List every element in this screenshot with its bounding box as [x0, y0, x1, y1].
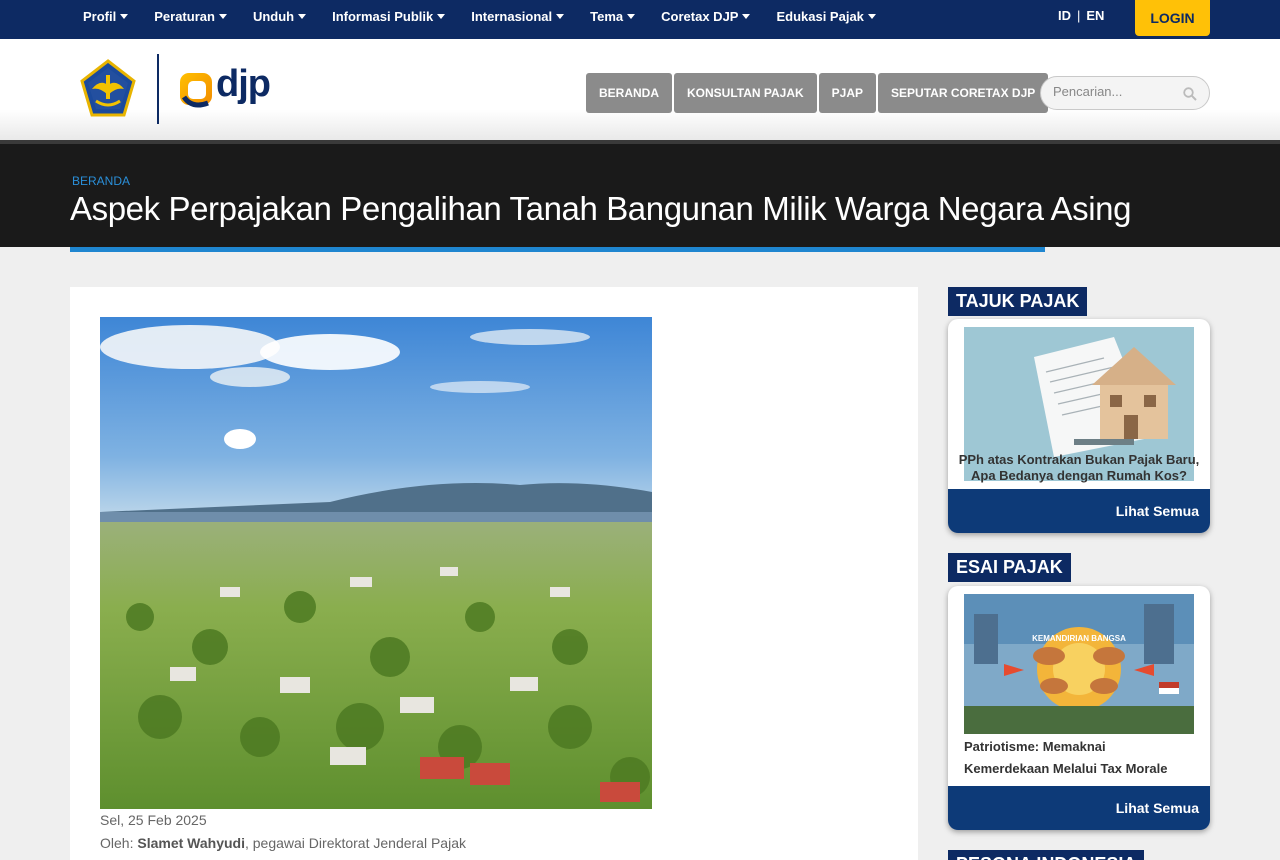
topnav-item-informasi-publik[interactable]: Informasi Publik — [332, 9, 446, 24]
caret-down-icon — [120, 14, 129, 19]
nav-button-seputar-coretax[interactable]: SEPUTAR CORETAX DJP — [878, 73, 1049, 113]
djp-logo[interactable]: djp — [178, 63, 274, 109]
lang-id-link[interactable]: ID — [1058, 8, 1071, 23]
topnav-item-unduh[interactable]: Unduh — [252, 9, 307, 24]
topnav-label: Unduh — [252, 9, 295, 24]
tajuk-pajak-caption[interactable]: PPh atas Kontrakan Bukan Pajak Baru, Apa… — [952, 452, 1206, 484]
topnav-item-peraturan[interactable]: Peraturan — [154, 9, 227, 24]
article-author-line: Oleh: Slamet Wahyudi, pegawai Direktorat… — [100, 835, 466, 851]
top-nav-menu: Profil Peraturan Unduh Informasi Publik … — [70, 0, 889, 33]
caret-down-icon — [298, 14, 307, 19]
caret-down-icon — [627, 14, 636, 19]
breadcrumb-beranda[interactable]: BERANDA — [72, 174, 130, 188]
caret-down-icon — [437, 14, 446, 19]
login-button[interactable]: LOGIN — [1135, 0, 1210, 36]
lang-en-link[interactable]: EN — [1086, 8, 1104, 23]
topnav-item-internasional[interactable]: Internasional — [471, 9, 565, 24]
caret-down-icon — [867, 14, 876, 19]
topnav-item-tema[interactable]: Tema — [590, 9, 636, 24]
esai-pajak-heading: ESAI PAJAK — [948, 553, 1071, 582]
topnav-label: Internasional — [471, 9, 553, 24]
nav-button-konsultan-pajak[interactable]: KONSULTAN PAJAK — [674, 73, 817, 113]
article-hero-image — [100, 317, 652, 809]
page-title-band: BERANDA Aspek Perpajakan Pengalihan Tana… — [0, 140, 1280, 247]
header-divider — [157, 54, 159, 124]
tajuk-pajak-card[interactable]: PPh atas Kontrakan Bukan Pajak Baru, Apa… — [948, 319, 1210, 533]
tajuk-pajak-heading: TAJUK PAJAK — [948, 287, 1088, 316]
caret-down-icon — [218, 14, 227, 19]
nav-button-pjap[interactable]: PJAP — [818, 73, 877, 113]
tajuk-pajak-lihat-semua[interactable]: Lihat Semua — [948, 489, 1210, 533]
topnav-item-edukasi-pajak[interactable]: Edukasi Pajak — [776, 9, 876, 24]
article-card: Sel, 25 Feb 2025 Oleh: Slamet Wahyudi, p… — [70, 287, 918, 860]
lang-separator: | — [1077, 8, 1081, 23]
caret-down-icon — [742, 14, 751, 19]
esai-pajak-thumbnail — [964, 594, 1194, 734]
djp-logo-text: djp — [216, 63, 271, 105]
kemenkeu-emblem-icon[interactable] — [78, 59, 138, 119]
esai-pajak-card[interactable]: KEMANDIRIAN BANGSA Patriotisme: Memaknai… — [948, 586, 1210, 830]
topnav-item-profil[interactable]: Profil — [83, 9, 129, 24]
nav-button-beranda[interactable]: BERANDA — [586, 73, 672, 113]
caret-down-icon — [556, 14, 565, 19]
main-navigation: BERANDA KONSULTAN PAJAK PJAP SEPUTAR COR… — [586, 73, 1049, 113]
search-box — [1040, 76, 1210, 110]
topnav-label: Coretax DJP — [661, 9, 739, 24]
pesona-indonesia-heading: PESONA INDONESIA — [948, 850, 1145, 860]
topnav-label: Peraturan — [154, 9, 215, 24]
topnav-label: Profil — [83, 9, 117, 24]
author-name: Slamet Wahyudi — [137, 835, 245, 851]
topnav-label: Tema — [590, 9, 624, 24]
author-prefix: Oleh: — [100, 835, 138, 851]
esai-pajak-lihat-semua[interactable]: Lihat Semua — [948, 786, 1210, 830]
esai-pajak-caption[interactable]: Patriotisme: Memaknai Kemerdekaan Melalu… — [964, 736, 1194, 780]
site-header: djp BERANDA KONSULTAN PAJAK PJAP SEPUTAR… — [0, 39, 1280, 140]
language-switcher: ID | EN — [1058, 8, 1104, 23]
search-input[interactable] — [1053, 84, 1178, 99]
author-role: , pegawai Direktorat Jenderal Pajak — [244, 835, 466, 851]
search-icon[interactable] — [1183, 87, 1197, 101]
page-title: Aspek Perpajakan Pengalihan Tanah Bangun… — [70, 190, 1132, 227]
top-navigation-bar: Profil Peraturan Unduh Informasi Publik … — [0, 0, 1280, 39]
esai-thumbnail-text: KEMANDIRIAN BANGSA — [1032, 634, 1126, 643]
article-date: Sel, 25 Feb 2025 — [100, 812, 207, 828]
topnav-label: Informasi Publik — [332, 9, 434, 24]
topnav-label: Edukasi Pajak — [776, 9, 864, 24]
title-underline — [70, 247, 1045, 252]
topnav-item-coretax-djp[interactable]: Coretax DJP — [661, 9, 751, 24]
